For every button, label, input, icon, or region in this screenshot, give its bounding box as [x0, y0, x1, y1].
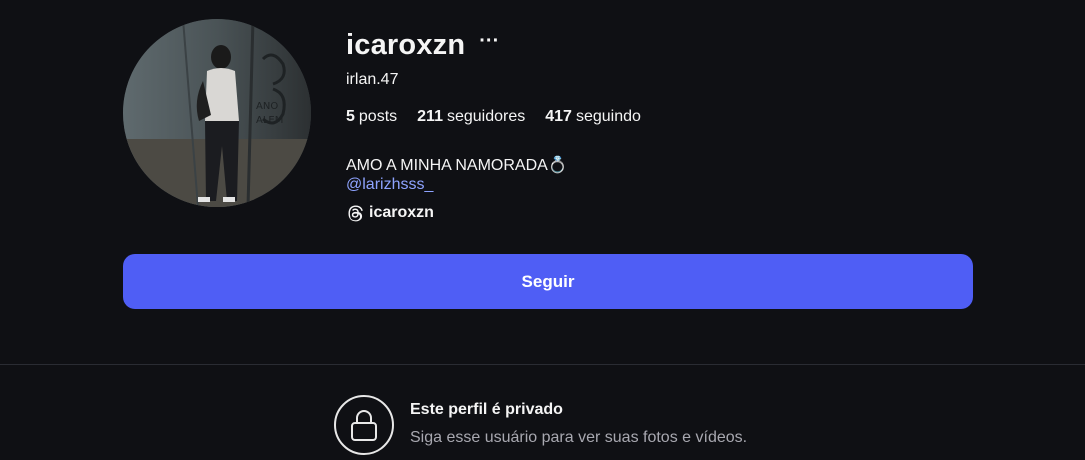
username-row: icaroxzn ··· [346, 26, 499, 64]
followers-count: 211 [417, 108, 443, 125]
svg-text:ANO: ANO [256, 101, 278, 112]
private-notice-subtitle: Siga esse usuário para ver suas fotos e … [410, 429, 748, 446]
followers-label: seguidores [446, 108, 526, 125]
following-stat[interactable]: 417 seguindo [545, 108, 641, 126]
posts-stat: 5 posts [346, 108, 397, 126]
profile-full-name: irlan.47 [346, 71, 399, 88]
section-divider [0, 364, 1085, 365]
svg-text:ALEM: ALEM [256, 115, 283, 126]
profile-bio: AMO A MINHA NAMORADA💍 @larizhsss_ [346, 156, 568, 194]
bio-text: AMO A MINHA NAMORADA💍 [346, 157, 568, 174]
following-label: seguindo [575, 108, 641, 125]
private-notice-title: Este perfil é privado [410, 401, 563, 418]
profile-info: icaroxzn ··· irlan.47 5 posts 211 seguidor… [346, 26, 641, 222]
lock-icon-circle [334, 395, 394, 455]
profile-header: ANO ALEM icaroxzn ··· irlan.47 5 posts 21… [0, 0, 1085, 364]
followers-stat[interactable]: 211 seguidores [417, 108, 525, 126]
bio-mention-link[interactable]: @larizhsss_ [346, 175, 568, 194]
following-count: 417 [545, 108, 572, 125]
ellipsis-icon[interactable]: ··· [479, 31, 499, 51]
avatar-photo: ANO ALEM [123, 19, 311, 207]
threads-link[interactable]: icaroxzn [346, 204, 434, 222]
follow-button[interactable]: Seguir [123, 254, 973, 309]
private-notice-text: Este perfil é privado Siga esse usuário … [410, 401, 747, 455]
threads-icon [348, 205, 363, 222]
private-profile-notice: Este perfil é privado Siga esse usuário … [334, 395, 747, 455]
profile-username: icaroxzn [346, 28, 466, 61]
posts-label: posts [358, 108, 398, 125]
profile-stats: 5 posts 211 seguidores 417 seguindo [346, 108, 661, 126]
posts-count: 5 [346, 108, 355, 125]
threads-handle: icaroxzn [369, 204, 434, 221]
profile-avatar[interactable]: ANO ALEM [123, 19, 311, 207]
lock-icon [351, 410, 377, 441]
